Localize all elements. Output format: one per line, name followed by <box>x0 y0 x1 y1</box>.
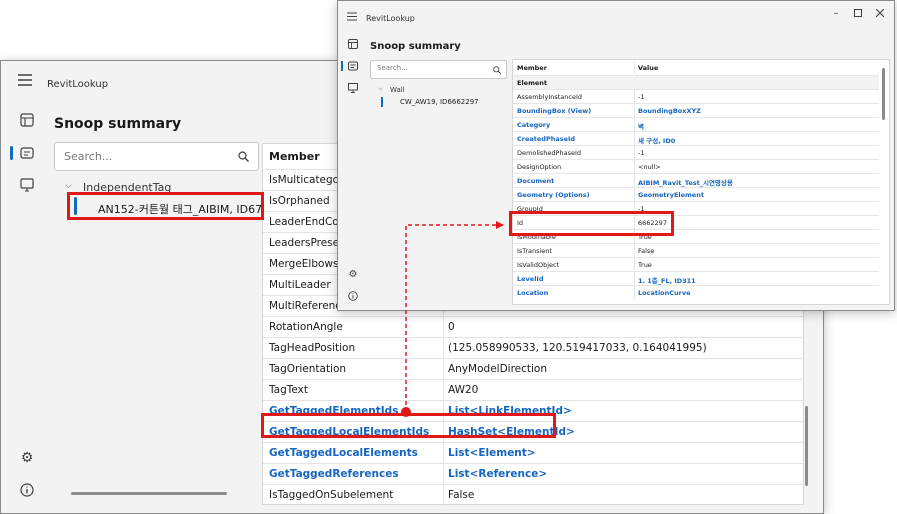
connector-arrow <box>401 221 504 417</box>
